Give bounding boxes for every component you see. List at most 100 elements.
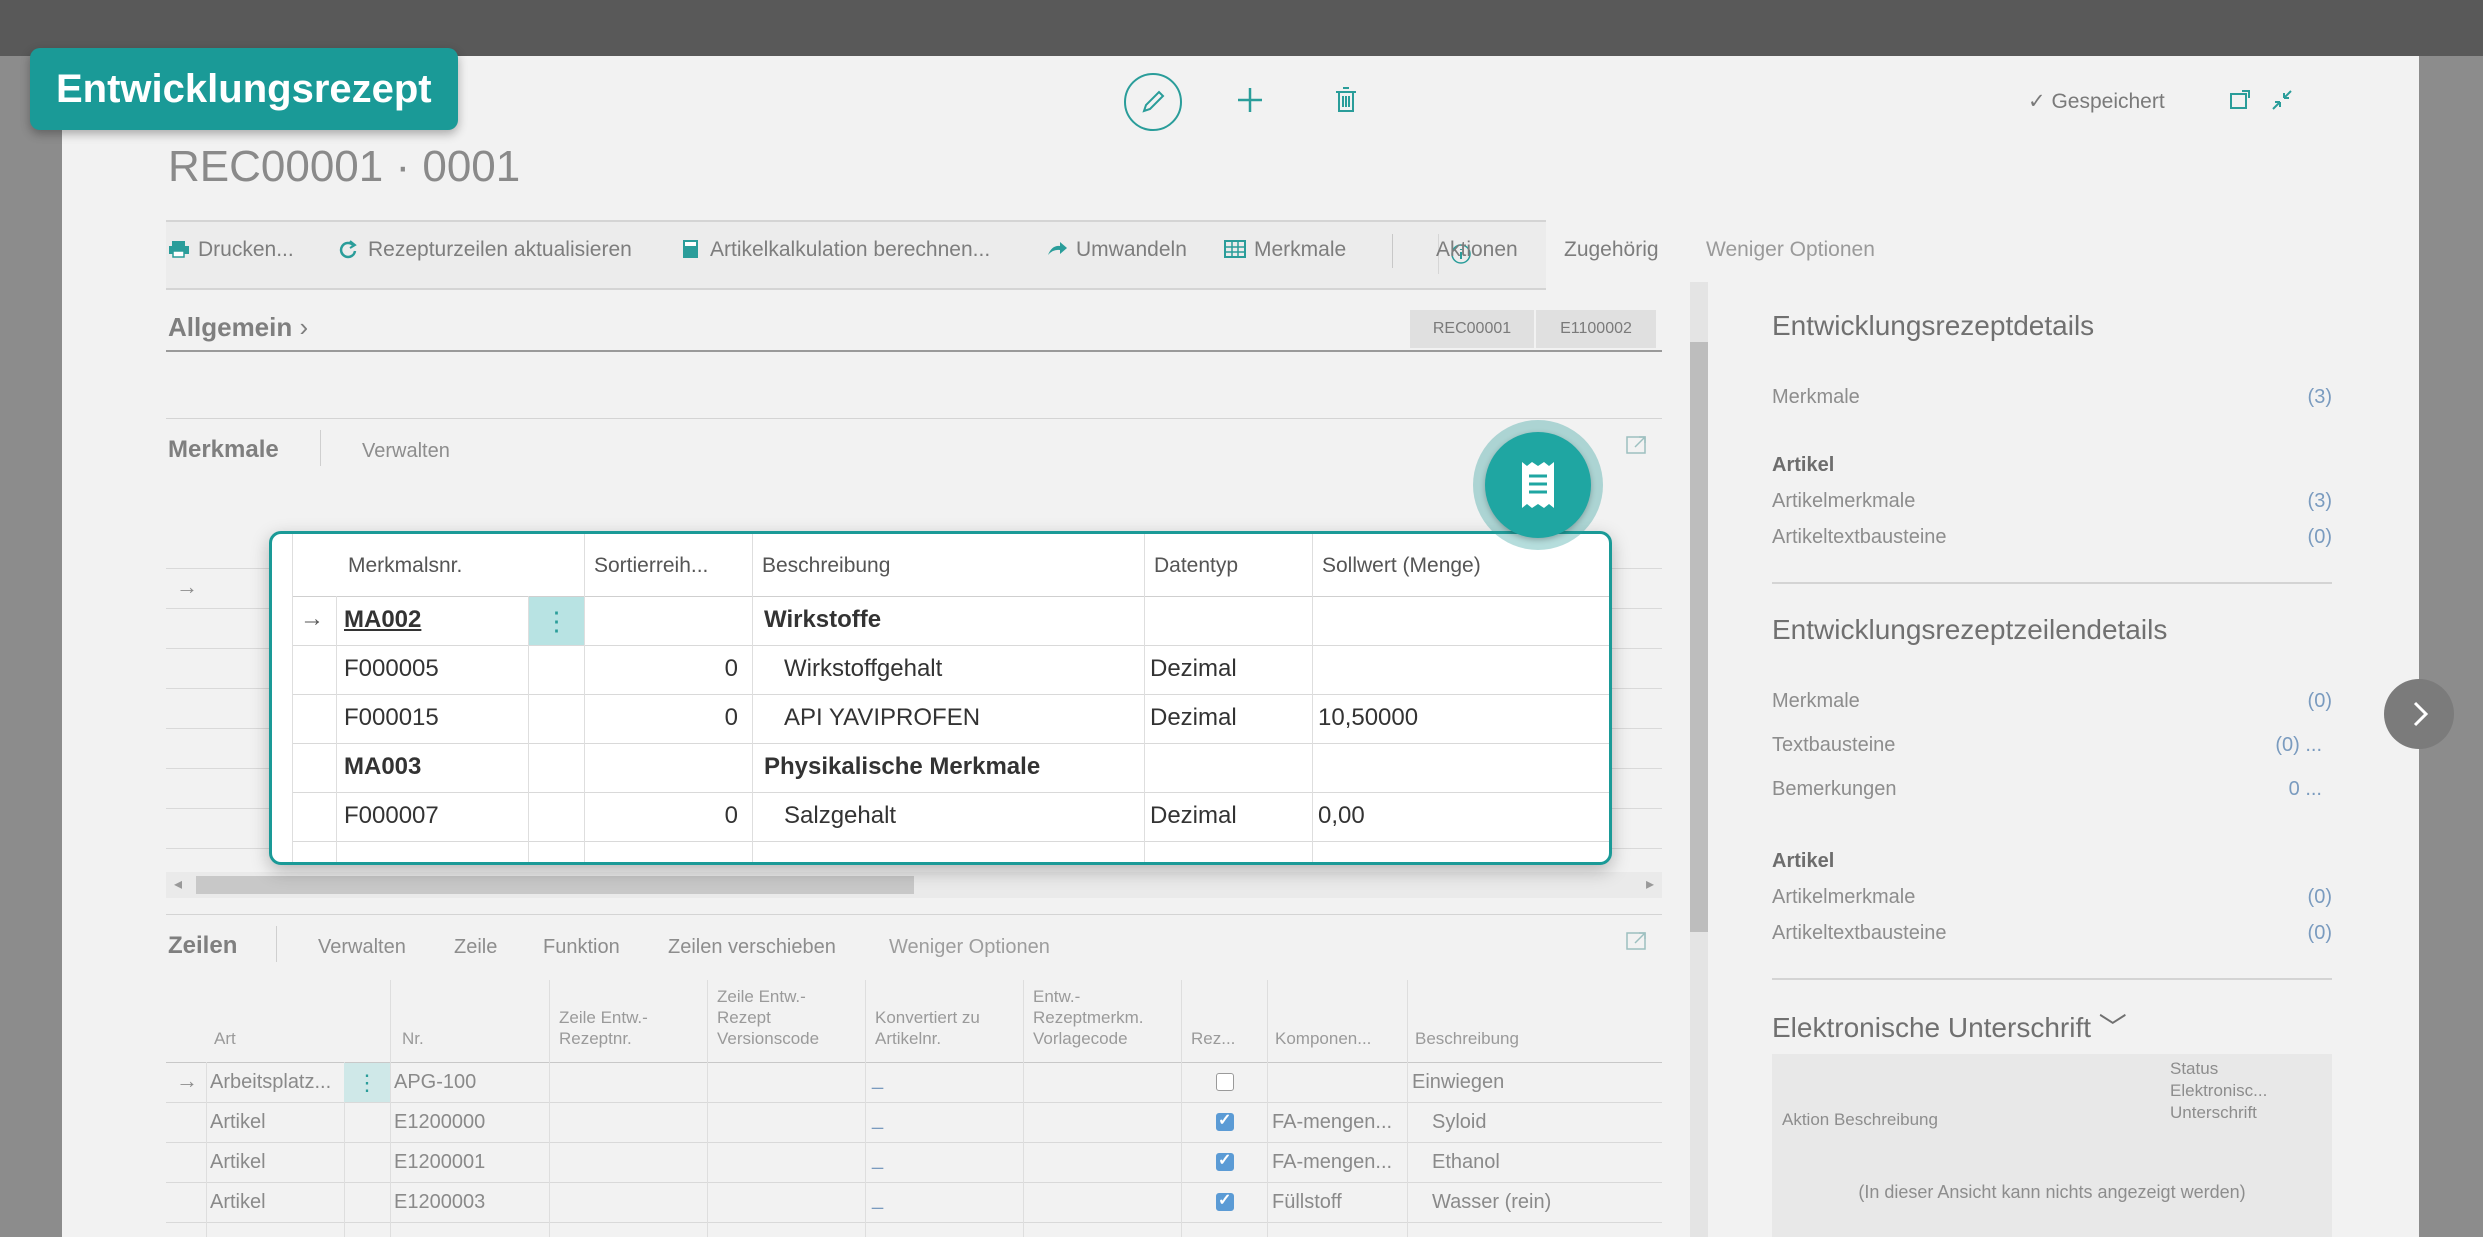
calc-cost-button[interactable]: Artikelkalkulation berechnen...: [680, 238, 990, 262]
popup-col-header-sort[interactable]: Sortierreih...: [594, 554, 708, 578]
zeilen-row-checkbox[interactable]: [1216, 1190, 1234, 1211]
scrollbar-thumb[interactable]: [196, 876, 914, 894]
popup-cell-type[interactable]: Dezimal: [1150, 802, 1237, 830]
factbox-signature-title[interactable]: Elektronische Unterschrift ﹀: [1772, 1006, 2127, 1046]
factbox-artikeltext-value[interactable]: (0): [2262, 526, 2332, 549]
merkmale-expand-icon[interactable]: [1624, 432, 1650, 458]
col-header-rez[interactable]: Rez...: [1191, 1028, 1235, 1049]
factbox-signature-label: Elektronische Unterschrift: [1772, 1012, 2092, 1043]
popup-cell-nr[interactable]: F000005: [344, 655, 439, 683]
general-badge-1: REC00001: [1410, 310, 1534, 348]
factbox-lines-text-value[interactable]: (0) ...: [2212, 734, 2322, 757]
zeilen-cell-besch[interactable]: Ethanol: [1432, 1151, 1500, 1174]
zeilen-cell-art[interactable]: Artikel: [210, 1111, 266, 1134]
factbox-artikelmerkmale-value[interactable]: (3): [2262, 490, 2332, 513]
horizontal-scrollbar[interactable]: ◂ ▸: [166, 872, 1662, 898]
col-header-nr[interactable]: Nr.: [402, 1028, 424, 1049]
popup-cell-sort[interactable]: 0: [692, 802, 738, 830]
popup-cell-desc[interactable]: Wirkstoffgehalt: [784, 655, 942, 683]
zeilen-cell-konv[interactable]: _: [872, 1148, 883, 1171]
col-header-zeile-vc[interactable]: Zeile Entw.- Rezept Versionscode: [717, 986, 819, 1049]
popup-cell-desc[interactable]: API YAVIPROFEN: [784, 704, 980, 732]
print-button[interactable]: Drucken...: [168, 238, 294, 262]
zeilen-cell-konv[interactable]: _: [872, 1188, 883, 1211]
general-section-title[interactable]: Allgemein ›: [168, 312, 308, 343]
popup-col-header-type[interactable]: Datentyp: [1154, 554, 1238, 578]
popup-cell-sort[interactable]: 0: [692, 655, 738, 683]
popup-cell-nr[interactable]: F000007: [344, 802, 439, 830]
zeilen-fewer-options[interactable]: Weniger Optionen: [889, 936, 1050, 959]
zeilen-row-checkbox[interactable]: [1216, 1150, 1234, 1171]
popup-cell-type[interactable]: Dezimal: [1150, 704, 1237, 732]
zeilen-cell-besch[interactable]: Einwiegen: [1412, 1071, 1504, 1094]
zeilen-cell-nr[interactable]: E1200000: [394, 1111, 485, 1134]
zeilen-cell-besch[interactable]: Syloid: [1432, 1111, 1486, 1134]
scroll-left-icon[interactable]: ◂: [174, 874, 182, 894]
popup-col-header-value[interactable]: Sollwert (Menge): [1322, 554, 1481, 578]
zeilen-cell-nr[interactable]: E1200001: [394, 1151, 485, 1174]
zeilen-cell-nr[interactable]: APG-100: [394, 1071, 476, 1094]
col-header-zeile-nr[interactable]: Zeile Entw.- Rezeptnr.: [559, 1007, 648, 1049]
zeilen-cell-komp[interactable]: Füllstoff: [1272, 1191, 1342, 1214]
next-record-button[interactable]: [2384, 679, 2454, 749]
zeilen-move-menu[interactable]: Zeilen verschieben: [668, 936, 836, 959]
fewer-options-link[interactable]: Weniger Optionen: [1706, 238, 1875, 262]
col-header-komp[interactable]: Komponen...: [1275, 1028, 1371, 1049]
zeilen-cell-konv[interactable]: _: [872, 1108, 883, 1131]
zeilen-cell-komp[interactable]: FA-mengen...: [1272, 1111, 1392, 1134]
related-menu[interactable]: Zugehörig: [1564, 238, 1659, 262]
popup-cell-desc[interactable]: Wirkstoffe: [764, 606, 881, 634]
popup-cell-nr[interactable]: F000015: [344, 704, 439, 732]
col-header-konv[interactable]: Konvertiert zu Artikelnr.: [875, 1007, 980, 1049]
zeilen-row-checkbox[interactable]: [1216, 1073, 1234, 1091]
zeilen-cell-komp[interactable]: FA-mengen...: [1272, 1151, 1392, 1174]
popup-cell-value[interactable]: 0,00: [1318, 802, 1365, 830]
popup-cell-desc[interactable]: Salzgehalt: [784, 802, 896, 830]
popup-row-action-menu[interactable]: ⋮: [529, 597, 584, 645]
zeilen-cell-konv[interactable]: _: [872, 1068, 883, 1091]
col-header-besch[interactable]: Beschreibung: [1415, 1028, 1519, 1049]
zeilen-cell-nr[interactable]: E1200003: [394, 1191, 485, 1214]
zeilen-manage-button[interactable]: Verwalten: [318, 936, 406, 959]
collapse-icon[interactable]: [2270, 88, 2294, 112]
zeilen-cell-besch[interactable]: Wasser (rein): [1432, 1191, 1551, 1214]
actions-menu[interactable]: Aktionen: [1436, 238, 1518, 262]
convert-button[interactable]: Umwandeln: [1046, 238, 1187, 262]
characteristics-button[interactable]: Merkmale: [1224, 238, 1346, 262]
row-selected-arrow-icon: →: [176, 1068, 198, 1093]
popup-cell-desc[interactable]: Physikalische Merkmale: [764, 753, 1040, 781]
zeilen-cell-art[interactable]: Arbeitsplatz...: [210, 1071, 331, 1094]
popup-cell-value[interactable]: 10,50000: [1318, 704, 1418, 732]
chevron-down-icon: ﹀: [2098, 1012, 2127, 1043]
zeilen-cell-art[interactable]: Artikel: [210, 1151, 266, 1174]
popup-col-header-desc[interactable]: Beschreibung: [762, 554, 890, 578]
delete-button[interactable]: [1326, 80, 1366, 120]
vertical-scrollbar[interactable]: [1690, 282, 1708, 1237]
zeilen-row-checkbox[interactable]: [1216, 1110, 1234, 1131]
factbox-lines-bem-value[interactable]: 0 ...: [2212, 778, 2322, 801]
popup-col-header-nr[interactable]: Merkmalsnr.: [348, 554, 462, 578]
factbox-lines-artikeltext-value[interactable]: (0): [2262, 922, 2332, 945]
row-action-menu[interactable]: ⋮: [344, 1063, 390, 1102]
zeilen-line-menu[interactable]: Zeile: [454, 936, 497, 959]
zeilen-cell-art[interactable]: Artikel: [210, 1191, 266, 1214]
popup-cell-type[interactable]: Dezimal: [1150, 655, 1237, 683]
popup-cell-sort[interactable]: 0: [692, 704, 738, 732]
popup-cell-nr[interactable]: MA003: [344, 753, 421, 781]
receipt-icon: [1522, 462, 1554, 508]
zeilen-expand-icon[interactable]: [1624, 928, 1650, 954]
merkmale-manage-button[interactable]: Verwalten: [362, 440, 450, 463]
zeilen-function-menu[interactable]: Funktion: [543, 936, 620, 959]
update-lines-button[interactable]: Rezepturzeilen aktualisieren: [338, 238, 632, 262]
popup-cell-nr[interactable]: MA002: [344, 606, 421, 634]
vertical-scrollbar-thumb[interactable]: [1690, 342, 1708, 932]
factbox-merkmale-value[interactable]: (3): [2262, 386, 2332, 409]
col-header-vorlage[interactable]: Entw.- Rezeptmerkm. Vorlagecode: [1033, 986, 1144, 1049]
new-button[interactable]: [1230, 80, 1270, 120]
scroll-right-icon[interactable]: ▸: [1646, 874, 1654, 894]
open-new-window-icon[interactable]: [2228, 88, 2252, 112]
col-header-art[interactable]: Art: [214, 1028, 236, 1049]
edit-button[interactable]: [1124, 73, 1182, 131]
factbox-lines-artikelmerkmale-value[interactable]: (0): [2262, 886, 2332, 909]
factbox-lines-merkmale-value[interactable]: (0): [2262, 690, 2332, 713]
